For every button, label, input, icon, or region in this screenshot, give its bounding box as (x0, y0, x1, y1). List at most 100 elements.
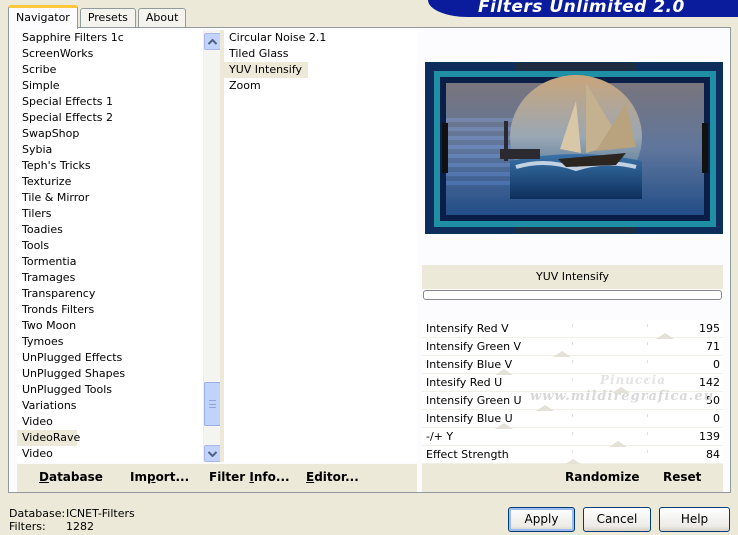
parameter-row[interactable]: Effect Strength 84 (422, 446, 723, 465)
parameter-row[interactable]: Intensify Red V 195 (422, 320, 723, 339)
slider-tick (647, 360, 648, 363)
category-item[interactable]: UnPlugged Effects (17, 350, 203, 366)
parameter-value: 139 (699, 430, 720, 443)
category-item[interactable]: ScreenWorks (17, 46, 203, 62)
parameter-label: Intensify Green V (426, 340, 522, 353)
tab-about[interactable]: About (137, 8, 187, 28)
category-item[interactable]: Video (17, 414, 203, 430)
database-value: ICNET-Filters (66, 507, 135, 520)
preview-image (425, 62, 723, 234)
navigator-panel: Sapphire Filters 1c ScreenWorks Scribe Simp… (8, 27, 731, 493)
parameter-label: Intensify Red V (426, 322, 509, 335)
scroll-down-button[interactable] (204, 445, 221, 462)
filters-count-label: Filters: (9, 520, 46, 533)
slider-tick (572, 342, 573, 345)
parameter-value: 71 (706, 340, 720, 353)
watermark-url: www.mildiregrafica.eu (530, 389, 715, 404)
slider-tick (572, 378, 573, 381)
slider-tick (572, 360, 573, 363)
parameter-value: 0 (713, 358, 720, 371)
tab-navigator[interactable]: Navigator (8, 5, 78, 29)
tab-strip: Navigator Presets About (8, 4, 188, 29)
parameter-row[interactable]: Intensify Blue V0 (422, 356, 723, 375)
filter-item[interactable]: Circular Noise 2.1 (224, 30, 417, 46)
grip-icon (209, 400, 216, 408)
category-item[interactable]: Video (17, 446, 203, 462)
parameter-value: 195 (699, 322, 720, 335)
slider-tick (572, 414, 573, 417)
category-item[interactable]: Special Effects 1 (17, 94, 203, 110)
scroll-up-button[interactable] (204, 33, 221, 50)
category-item[interactable]: Tools (17, 238, 203, 254)
category-item[interactable]: Two Moon (17, 318, 203, 334)
slider-tick (572, 324, 573, 327)
category-item[interactable]: Sybia (17, 142, 203, 158)
category-item[interactable]: Toadies (17, 222, 203, 238)
category-item[interactable]: Variations (17, 398, 203, 414)
category-item[interactable]: VideoRave (17, 430, 80, 446)
category-item[interactable]: SwapShop (17, 126, 203, 142)
parameter-value: 84 (706, 448, 720, 461)
parameter-label: Intensify Green U (426, 394, 522, 407)
progress-bar (423, 290, 722, 300)
category-item[interactable]: Teph's Tricks (17, 158, 203, 174)
help-button[interactable]: Help (659, 507, 730, 532)
tab-presets[interactable]: Presets (79, 8, 136, 28)
watermark-signature: Pinuccia (600, 373, 666, 387)
slider-tick (647, 432, 648, 435)
sailing-ship-image (426, 63, 722, 233)
parameter-row[interactable]: -/+ Y 139 (422, 428, 723, 447)
slider-tick (647, 414, 648, 417)
slider-tick (572, 450, 573, 453)
category-item[interactable]: Tilers (17, 206, 203, 222)
parameter-label: -/+ Y (426, 430, 454, 443)
category-item[interactable]: Simple (17, 78, 203, 94)
parameter-row[interactable]: Intensify Blue U0 (422, 410, 723, 429)
filter-item[interactable]: Zoom (224, 78, 417, 94)
parameter-value: 0 (713, 412, 720, 425)
scroll-thumb[interactable] (204, 382, 221, 426)
category-item[interactable]: Transparency (17, 286, 203, 302)
parameter-label: Effect Strength (426, 448, 509, 461)
category-list[interactable]: Sapphire Filters 1c ScreenWorks Scribe Simp… (17, 30, 203, 462)
category-item[interactable]: Texturize (17, 174, 203, 190)
parameter-value: 142 (699, 376, 720, 389)
filter-item[interactable]: Tiled Glass (224, 46, 417, 62)
category-item[interactable]: Tymoes (17, 334, 203, 350)
cancel-button[interactable]: Cancel (583, 507, 651, 532)
parameter-row[interactable]: Intensify Green V 71 (422, 338, 723, 357)
apply-button[interactable]: Apply (508, 507, 575, 532)
slider-tick (647, 342, 648, 345)
chevron-up-icon (208, 38, 217, 45)
import-button[interactable]: Import... (130, 470, 189, 484)
slider-tick (647, 450, 648, 453)
category-item[interactable]: Sapphire Filters 1c (17, 30, 203, 46)
database-info: Database: ICNET-Filters Filters: 1282 (9, 507, 135, 533)
settings-toolbar: Randomize Reset (422, 464, 723, 492)
category-item[interactable]: Tile & Mirror (17, 190, 203, 206)
navigator-toolbar: Database Import... Filter Info... Editor… (17, 464, 417, 492)
reset-button[interactable]: Reset (663, 470, 701, 484)
parameter-label: Intesify Red U (426, 376, 503, 389)
filter-name-label: YUV Intensify (422, 265, 723, 289)
randomize-button[interactable]: Randomize (565, 470, 639, 484)
database-label: Database: (9, 507, 66, 520)
category-item[interactable]: UnPlugged Shapes (17, 366, 203, 382)
category-item[interactable]: Tormentia (17, 254, 203, 270)
filter-list[interactable]: Circular Noise 2.1 Tiled Glass YUV Intensi… (220, 30, 417, 462)
category-item[interactable]: Tramages (17, 270, 203, 286)
database-button[interactable]: Database (39, 470, 103, 484)
category-scrollbar[interactable] (203, 30, 221, 462)
app-banner-title: Filters Unlimited 2.0 (478, 0, 685, 17)
app-banner: Filters Unlimited 2.0 (428, 0, 738, 17)
category-item[interactable]: Special Effects 2 (17, 110, 203, 126)
filter-item[interactable]: YUV Intensify (224, 62, 309, 78)
category-item[interactable]: Scribe (17, 62, 203, 78)
slider-tick (572, 432, 573, 435)
filter-info-button[interactable]: Filter Info... (209, 470, 290, 484)
category-item[interactable]: Tronds Filters (17, 302, 203, 318)
chevron-down-icon (208, 450, 217, 457)
category-item[interactable]: UnPlugged Tools (17, 382, 203, 398)
slider-tick (647, 324, 648, 327)
editor-button[interactable]: Editor... (306, 470, 359, 484)
